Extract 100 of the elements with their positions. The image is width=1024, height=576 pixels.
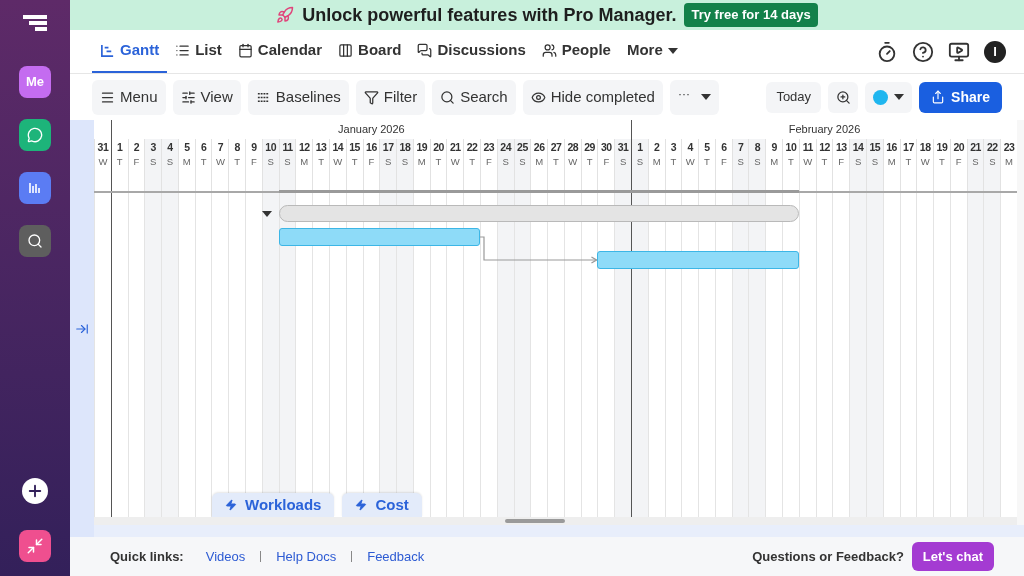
- share-icon: [931, 90, 946, 104]
- expand-panel-icon[interactable]: [75, 321, 89, 336]
- day-number: 23: [1003, 140, 1015, 155]
- caret-icon: [700, 93, 711, 101]
- add-button[interactable]: [22, 478, 48, 504]
- toolbar-button[interactable]: View: [172, 79, 241, 115]
- weekday-label: S: [150, 155, 157, 169]
- day-number: 28: [567, 140, 579, 155]
- footer-link[interactable]: Videos: [205, 546, 246, 567]
- caret-icon: [894, 93, 905, 101]
- bottom-panel-tab[interactable]: Workloads: [212, 493, 335, 517]
- weekday-label: T: [435, 155, 442, 169]
- day-number: 16: [366, 140, 377, 155]
- reports-button[interactable]: [19, 172, 51, 204]
- search-icon: [440, 89, 456, 105]
- sliders-icon: [180, 89, 196, 105]
- weekday-label: S: [267, 155, 274, 169]
- toolbar-button[interactable]: Baselines: [247, 79, 349, 115]
- zoom-in-icon: [835, 89, 851, 105]
- day-number: 13: [835, 140, 847, 155]
- view-tab[interactable]: Discussions: [409, 30, 534, 73]
- weekday-label: T: [821, 155, 828, 169]
- weekday-label: T: [234, 155, 241, 169]
- day-number: 31: [97, 140, 109, 155]
- toolbar-button[interactable]: Hide completed: [522, 79, 663, 115]
- day-number: 21: [970, 140, 981, 155]
- day-number: 18: [919, 140, 931, 155]
- day-number: 15: [869, 140, 881, 155]
- color-dropdown[interactable]: [865, 81, 913, 113]
- view-tab[interactable]: More: [618, 30, 686, 73]
- weekday-label: S: [401, 155, 409, 169]
- lightning-icon: [225, 499, 237, 511]
- menu-icon: [100, 89, 115, 105]
- collapse-caret-icon[interactable]: [261, 210, 272, 218]
- weekday-label: F: [368, 155, 375, 169]
- weekday-label: S: [619, 155, 627, 169]
- day-number: 4: [687, 140, 693, 155]
- trial-button[interactable]: Try free for 14 days: [684, 3, 818, 27]
- day-number: 1: [117, 140, 123, 155]
- weekday-label: W: [568, 155, 578, 169]
- share-button[interactable]: Share: [919, 81, 1002, 113]
- toolbar-button[interactable]: Menu: [92, 79, 166, 115]
- day-number: 17: [903, 140, 914, 155]
- logo-icon: [23, 14, 47, 34]
- weekday-label: F: [485, 155, 492, 169]
- view-tab[interactable]: People: [533, 30, 619, 73]
- footer-link[interactable]: Help Docs: [276, 546, 337, 567]
- horizontal-scrollbar[interactable]: [94, 517, 1017, 525]
- footer-link[interactable]: Feedback: [367, 546, 425, 567]
- weekday-label: M: [1005, 155, 1014, 169]
- zoom-button[interactable]: [828, 81, 859, 113]
- day-number: 20: [433, 140, 444, 155]
- weekday-label: T: [553, 155, 559, 169]
- timer-icon[interactable]: [876, 40, 898, 63]
- video-icon[interactable]: [948, 40, 970, 63]
- weekday-label: W: [98, 155, 108, 169]
- calendar-icon: [237, 43, 253, 58]
- weekday-label: M: [535, 155, 544, 169]
- feedback-question: Questions or Feedback?: [752, 547, 904, 566]
- help-icon[interactable]: [912, 40, 934, 63]
- search-button[interactable]: [19, 225, 51, 257]
- chat-button[interactable]: Let's chat: [911, 542, 994, 571]
- day-number: 15: [349, 140, 360, 155]
- day-number: 5: [184, 140, 190, 155]
- weekday-label: W: [450, 155, 460, 169]
- view-tab[interactable]: List: [167, 30, 230, 73]
- weekday-label: T: [351, 155, 358, 169]
- day-number: 10: [265, 140, 277, 155]
- bottom-panel-tab[interactable]: Cost: [342, 493, 422, 517]
- view-tab[interactable]: Calendar: [229, 30, 331, 73]
- chat-button[interactable]: [19, 119, 51, 151]
- filter-icon: [363, 89, 379, 105]
- vertical-scrollbar[interactable]: [1017, 120, 1024, 525]
- user-avatar[interactable]: I: [984, 40, 1006, 63]
- day-number: 31: [617, 140, 629, 155]
- day-number: 7: [737, 140, 744, 155]
- collapse-button[interactable]: [19, 530, 51, 562]
- toolbar-button[interactable]: Filter: [355, 79, 426, 115]
- toolbar-button[interactable]: Search: [432, 79, 516, 115]
- view-tab[interactable]: Gantt: [92, 30, 168, 73]
- weekday-label: T: [670, 155, 677, 169]
- day-number: 8: [234, 140, 240, 155]
- month-label: February 2026: [788, 122, 861, 138]
- weekday-label: F: [720, 155, 727, 169]
- board-icon: [338, 43, 354, 58]
- day-number: 12: [819, 140, 830, 155]
- day-number: 14: [332, 140, 344, 155]
- day-number: 26: [533, 140, 545, 155]
- toolbar-button[interactable]: ···: [669, 79, 719, 115]
- weekday-label: S: [166, 155, 174, 169]
- weekday-label: S: [737, 155, 744, 169]
- view-tab[interactable]: Board: [330, 30, 410, 73]
- day-number: 17: [382, 140, 394, 155]
- day-number: 6: [200, 140, 207, 155]
- banner-text: Unlock powerful features with Pro Manager.: [302, 3, 677, 27]
- weekday-label: S: [385, 155, 392, 169]
- today-button[interactable]: Today: [766, 81, 822, 113]
- day-number: 11: [282, 140, 293, 155]
- weekday-label: M: [417, 155, 426, 169]
- weekday-label: F: [838, 155, 845, 169]
